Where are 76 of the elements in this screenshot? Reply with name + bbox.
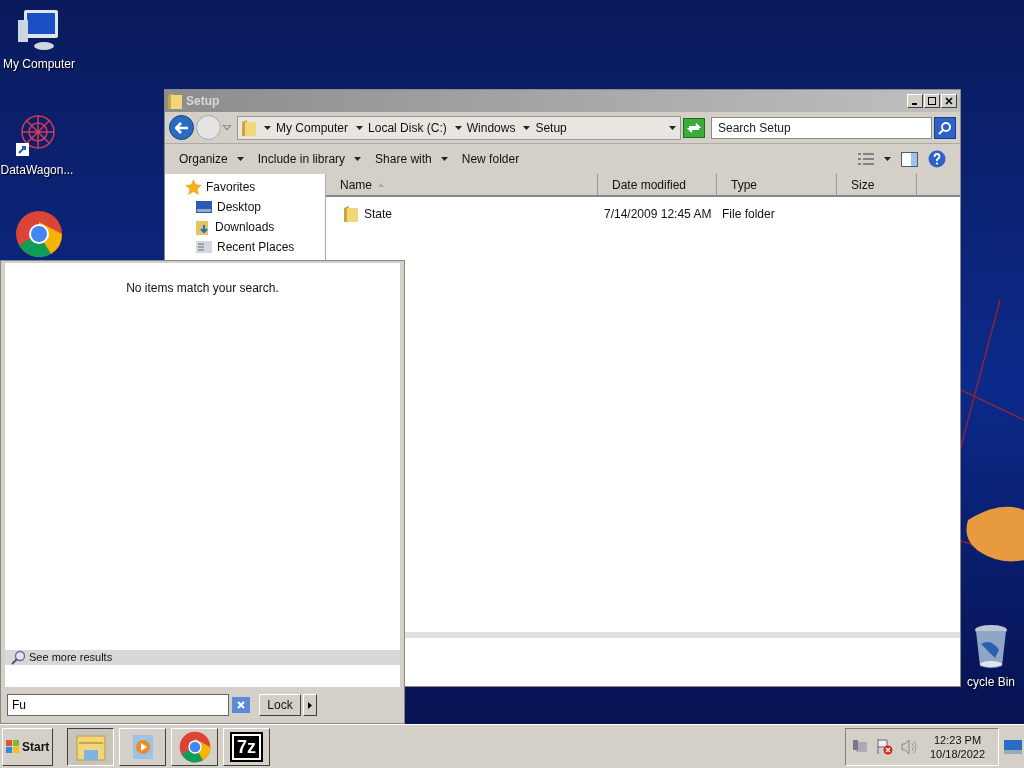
preview-pane-icon[interactable] (901, 151, 918, 167)
empty-results-message: No items match your search. (125, 280, 280, 297)
refresh-icon (687, 121, 701, 134)
nav-item[interactable]: Recent Places (217, 238, 295, 256)
chrome-icon (178, 730, 211, 763)
close-icon (237, 701, 245, 709)
monitor-icon (196, 201, 212, 213)
flag-warning-icon[interactable] (876, 738, 893, 755)
back-button[interactable] (169, 115, 194, 140)
download-folder-icon (196, 219, 210, 235)
start-button[interactable]: Start (2, 727, 53, 766)
network-icon[interactable] (852, 738, 868, 755)
breadcrumb[interactable]: Windows (466, 118, 516, 137)
nav-item[interactable]: Desktop (217, 198, 262, 216)
show-desktop-icon[interactable] (1004, 739, 1022, 754)
shutdown-options-button[interactable] (303, 694, 317, 716)
recent-places-icon (196, 241, 212, 253)
lock-button[interactable]: Lock (259, 694, 301, 716)
toolbar-button[interactable]: Organize (173, 147, 250, 171)
help-icon[interactable] (928, 150, 946, 168)
desktop-icon-label[interactable]: My Computer (3, 55, 75, 73)
close-button[interactable] (941, 94, 957, 108)
folder-icon (242, 119, 256, 136)
caret-icon (523, 125, 531, 130)
caret-icon (884, 157, 891, 161)
refresh-button[interactable] (683, 117, 705, 138)
clock-date[interactable]: 10/18/2022 (930, 746, 986, 761)
search-button[interactable] (934, 116, 956, 139)
caret-icon (264, 125, 271, 130)
sort-arrow-icon (378, 182, 384, 187)
taskbar-button[interactable]: 7z (223, 727, 270, 766)
media-player-icon (130, 732, 155, 761)
table-cell-text: 7/14/2009 12:45 AM (603, 206, 713, 223)
breadcrumb[interactable]: My Computer (276, 118, 349, 137)
column-header[interactable]: Type (717, 174, 837, 195)
minimize-button[interactable] (907, 94, 923, 108)
file-name[interactable]: State (364, 205, 393, 223)
folder-icon (168, 93, 182, 109)
caret-icon (356, 125, 364, 130)
toolbar-button[interactable]: Share with (369, 147, 454, 171)
desktop-icon-label[interactable]: DataWagon... (0, 161, 74, 179)
clock-time[interactable]: 12:23 PM (934, 732, 982, 747)
maximize-button[interactable] (924, 94, 940, 108)
breadcrumb[interactable]: Setup (535, 118, 567, 137)
nav-header[interactable]: Favorites (206, 178, 256, 196)
breadcrumb[interactable]: Local Disk (C:) (368, 118, 447, 137)
column-header[interactable]: Date modified (598, 174, 717, 195)
back-arrow-icon (174, 121, 189, 134)
address-bar[interactable]: My Computer Local Disk (C:) Windows Setup (237, 115, 681, 140)
desktop-icon-label[interactable]: cycle Bin (967, 673, 1015, 691)
search-field[interactable]: Fu (7, 694, 229, 716)
caret-icon (223, 125, 231, 130)
close-icon (945, 97, 953, 105)
toolbar-button[interactable]: Include in library (251, 147, 368, 171)
taskbar-button[interactable] (67, 727, 114, 766)
trash-bin-icon (973, 624, 1009, 670)
folder-icon (344, 206, 358, 222)
archive-app-logo: 7z (232, 733, 261, 760)
nav-item[interactable]: Downloads (215, 218, 275, 236)
clear-search-button[interactable] (232, 697, 250, 713)
column-header[interactable]: Size (837, 174, 917, 195)
window-title: Setup (186, 93, 220, 110)
caret-icon (454, 125, 462, 130)
toolbar-button[interactable]: New folder (455, 147, 526, 171)
search-icon (11, 650, 26, 665)
caret-icon (669, 125, 676, 130)
search-icon (938, 120, 952, 135)
maximize-icon (928, 97, 936, 105)
search-field[interactable]: Search Setup (711, 116, 932, 139)
view-options-icon[interactable] (858, 153, 874, 165)
caret-right-icon (308, 701, 312, 709)
star-icon (185, 179, 202, 195)
table-cell-text: File folder (721, 206, 776, 223)
windows-logo-icon (6, 739, 20, 754)
chrome-shortcut-icon (15, 210, 63, 258)
column-header[interactable]: Name (326, 174, 598, 195)
